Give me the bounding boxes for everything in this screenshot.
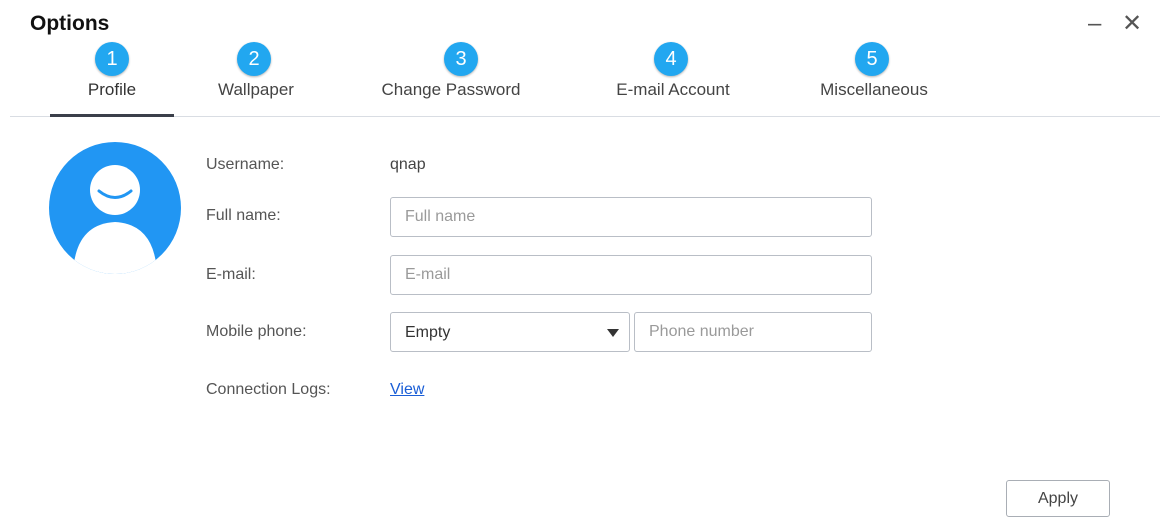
tab-miscellaneous[interactable]: 5 Miscellaneous <box>792 40 956 116</box>
fullname-label: Full name: <box>206 207 281 224</box>
tab-label: Miscellaneous <box>820 80 928 99</box>
connection-logs-label: Connection Logs: <box>206 381 331 398</box>
apply-button[interactable]: Apply <box>1006 480 1110 517</box>
tab-bar: 1 Profile 2 Wallpaper 3 Change Password … <box>10 40 1160 117</box>
username-label: Username: <box>206 156 285 173</box>
tab-label: Change Password <box>381 80 521 99</box>
step-badge-2: 2 <box>237 42 271 76</box>
fullname-field[interactable] <box>390 197 872 237</box>
country-code-select[interactable]: Empty <box>390 312 630 352</box>
connection-logs-view-link[interactable]: View <box>390 381 424 399</box>
step-badge-5: 5 <box>855 42 889 76</box>
tab-wallpaper[interactable]: 2 Wallpaper <box>196 40 316 116</box>
tab-email-account[interactable]: 4 E-mail Account <box>588 40 758 116</box>
mobile-phone-label: Mobile phone: <box>206 323 307 340</box>
tab-label: Wallpaper <box>218 80 294 99</box>
user-avatar-icon <box>49 142 181 274</box>
step-badge-3: 3 <box>444 42 478 76</box>
minimize-icon[interactable]: – <box>1088 10 1101 38</box>
tab-label: Profile <box>87 80 137 99</box>
dropdown-arrow-icon <box>607 329 619 337</box>
username-value: qnap <box>390 156 426 173</box>
phone-number-field[interactable] <box>634 312 872 352</box>
window-title: Options <box>30 12 110 35</box>
close-icon[interactable]: ✕ <box>1122 10 1142 38</box>
tab-label: E-mail Account <box>616 80 730 99</box>
step-badge-1: 1 <box>95 42 129 76</box>
step-badge-4: 4 <box>654 42 688 76</box>
email-field[interactable] <box>390 255 872 295</box>
email-label: E-mail: <box>206 266 256 283</box>
tab-change-password[interactable]: 3 Change Password <box>356 40 546 116</box>
tab-profile[interactable]: 1 Profile <box>50 40 174 117</box>
country-code-value: Empty <box>405 324 451 341</box>
active-tab-indicator <box>50 114 174 117</box>
